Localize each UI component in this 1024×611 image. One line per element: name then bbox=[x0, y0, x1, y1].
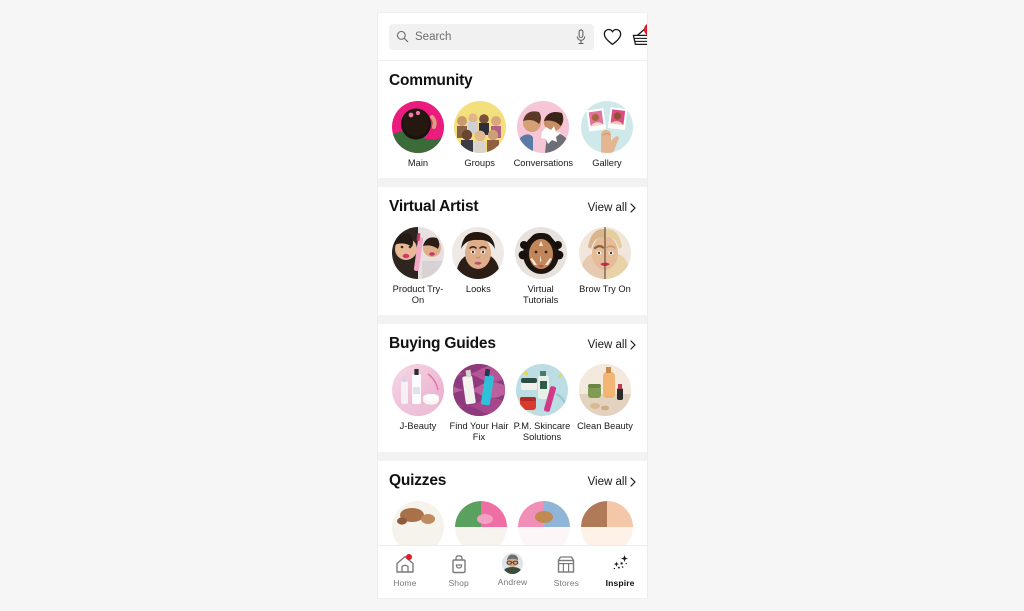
app-header: 2 bbox=[378, 13, 647, 61]
section-divider bbox=[378, 178, 647, 187]
tile-label: Product Try-On bbox=[392, 284, 444, 305]
section-buying-guides: Buying Guides View all J-Beauty Find You… bbox=[378, 324, 647, 452]
virtual-artist-tiles: Product Try-On Looks Virtual Tutorials B… bbox=[389, 227, 636, 306]
woman-applying-lipstick-image bbox=[392, 227, 444, 279]
view-all-virtual-artist[interactable]: View all bbox=[588, 202, 636, 214]
nav-label: Home bbox=[393, 578, 417, 588]
tile-label: Clean Beauty bbox=[577, 421, 633, 431]
tile-label: J-Beauty bbox=[399, 421, 437, 431]
phone-viewport: 2 Community bbox=[377, 12, 648, 599]
tile-pm-skincare-solutions[interactable]: P.M. Skincare Solutions bbox=[511, 364, 573, 443]
tile-main[interactable]: Main bbox=[389, 101, 447, 169]
search-bar[interactable] bbox=[389, 23, 594, 50]
tile-label: Main bbox=[407, 158, 429, 168]
clean-beauty-products-beige-bg-image bbox=[579, 364, 631, 416]
tile-clean-beauty[interactable]: Clean Beauty bbox=[574, 364, 636, 432]
section-header: Virtual Artist View all bbox=[389, 198, 636, 216]
section-title: Buying Guides bbox=[389, 335, 496, 352]
tile-product-try-on[interactable]: Product Try-On bbox=[389, 227, 447, 306]
haircare-products-purple-bg-image bbox=[453, 364, 505, 416]
nav-item-shop[interactable]: Shop bbox=[432, 553, 486, 588]
section-header: Buying Guides View all bbox=[389, 335, 636, 353]
chevron-right-icon bbox=[630, 340, 636, 350]
nav-label: Andrew bbox=[497, 577, 528, 587]
tile-label: Brow Try On bbox=[579, 284, 631, 294]
bottom-navigation: Home Shop Andrew Stores Inspire bbox=[378, 545, 647, 598]
tile-label: Conversations bbox=[513, 158, 574, 168]
tile-j-beauty[interactable]: J-Beauty bbox=[389, 364, 447, 432]
section-virtual-artist: Virtual Artist View all Product Try-On L… bbox=[378, 187, 647, 315]
nav-item-account[interactable]: Andrew bbox=[486, 553, 540, 587]
tile-groups[interactable]: Groups bbox=[451, 101, 509, 169]
page-root: 2 Community bbox=[0, 0, 1024, 611]
section-community: Community Main Groups Conversations Gall… bbox=[378, 61, 647, 178]
home-notification-dot bbox=[405, 554, 412, 560]
tile-label: Virtual Tutorials bbox=[523, 284, 559, 305]
section-title: Virtual Artist bbox=[389, 198, 479, 215]
view-all-buying-guides[interactable]: View all bbox=[588, 339, 636, 351]
woman-contour-tutorial-image bbox=[514, 227, 567, 279]
nav-item-home[interactable]: Home bbox=[378, 553, 432, 588]
cart-button[interactable]: 2 bbox=[631, 22, 647, 47]
home-icon bbox=[394, 553, 416, 575]
chevron-right-icon bbox=[630, 477, 636, 487]
tile-virtual-tutorials[interactable]: Virtual Tutorials bbox=[510, 227, 572, 306]
view-all-quizzes[interactable]: View all bbox=[588, 476, 636, 488]
woman-portrait-makeup-look-image bbox=[452, 227, 505, 279]
group-of-people-yellow-bg-image bbox=[453, 101, 506, 153]
two-women-talking-pink-bg-image bbox=[517, 101, 570, 153]
tile-brow-try-on[interactable]: Brow Try On bbox=[574, 227, 636, 295]
community-tiles: Main Groups Conversations Gallery bbox=[389, 101, 636, 169]
night-skincare-products-blue-bg-image bbox=[516, 364, 568, 416]
view-all-label: View all bbox=[587, 202, 627, 214]
tile-conversations[interactable]: Conversations bbox=[512, 101, 574, 169]
hand-holding-photos-blue-bg-image bbox=[580, 101, 633, 153]
nav-label: Inspire bbox=[605, 578, 635, 588]
tile-label: Find Your Hair Fix bbox=[449, 421, 509, 442]
tile-label: P.M. Skincare Solutions bbox=[513, 421, 571, 442]
tile-label: Gallery bbox=[592, 158, 622, 168]
section-header: Community bbox=[389, 72, 636, 90]
tile-gallery[interactable]: Gallery bbox=[578, 101, 636, 169]
section-title: Quizzes bbox=[389, 472, 447, 489]
search-input[interactable] bbox=[415, 30, 569, 43]
woman-curly-hair-pink-bg-image bbox=[392, 101, 444, 153]
section-header: Quizzes View all bbox=[389, 472, 636, 490]
skincare-bottles-pink-bg-image bbox=[392, 364, 444, 416]
view-all-label: View all bbox=[587, 476, 627, 488]
user-avatar bbox=[501, 553, 523, 574]
shopping-bag-icon bbox=[448, 553, 470, 575]
search-icon bbox=[396, 30, 409, 43]
tile-find-your-hair-fix[interactable]: Find Your Hair Fix bbox=[448, 364, 510, 443]
section-title: Community bbox=[389, 72, 473, 89]
tile-label: Groups bbox=[464, 158, 495, 168]
buying-guides-tiles: J-Beauty Find Your Hair Fix P.M. Skincar… bbox=[389, 364, 636, 443]
nav-label: Shop bbox=[448, 578, 469, 588]
nav-item-inspire[interactable]: Inspire bbox=[593, 553, 647, 588]
nav-label: Stores bbox=[553, 578, 579, 588]
cart-badge: 2 bbox=[644, 22, 647, 36]
nav-item-stores[interactable]: Stores bbox=[539, 553, 593, 588]
tile-label: Looks bbox=[465, 284, 491, 294]
storefront-icon bbox=[555, 553, 577, 575]
view-all-label: View all bbox=[587, 339, 627, 351]
section-divider bbox=[378, 315, 647, 324]
microphone-icon[interactable] bbox=[575, 28, 587, 45]
sparkles-icon bbox=[609, 553, 631, 575]
chevron-right-icon bbox=[630, 203, 636, 213]
section-divider bbox=[378, 452, 647, 461]
split-face-brow-comparison-image bbox=[578, 227, 631, 279]
heart-icon[interactable] bbox=[603, 28, 622, 46]
tile-looks[interactable]: Looks bbox=[449, 227, 507, 295]
